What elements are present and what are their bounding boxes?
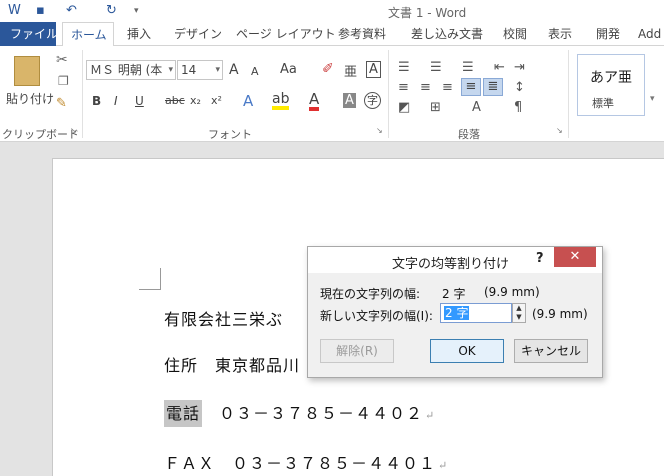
justify-icon[interactable]: ≡ [461, 78, 481, 96]
cancel-button[interactable]: キャンセル [514, 339, 588, 363]
distributed-icon[interactable]: ≣ [483, 78, 503, 96]
font-color-icon[interactable]: A [309, 92, 320, 111]
distribute-text-dialog: 文字の均等割り付け ? ✕ 現在の文字列の幅: 2 字 (9.9 mm) 新しい… [307, 246, 603, 378]
change-case-button[interactable]: Aa [280, 62, 297, 77]
separator [82, 50, 83, 138]
new-width-input[interactable]: 2 字 [440, 303, 512, 323]
close-icon[interactable]: ✕ [554, 247, 596, 267]
tab-view[interactable]: 表示 [548, 22, 572, 46]
separator [388, 50, 389, 138]
remove-button[interactable]: 解除(R) [320, 339, 394, 363]
decrease-indent-icon[interactable]: ⇤ [494, 60, 505, 75]
clear-format-icon[interactable]: ✐ [322, 61, 334, 77]
strikethrough-button[interactable]: abc [165, 94, 185, 107]
tab-file[interactable]: ファイル [0, 22, 58, 46]
enclose-char-button[interactable]: A [366, 61, 381, 78]
copy-icon[interactable]: ❐ [58, 74, 69, 88]
new-width-mm: (9.9 mm) [532, 307, 588, 321]
font-launcher-icon[interactable]: ↘ [376, 126, 383, 135]
window-title: 文書 1 - Word [388, 6, 467, 20]
shading-icon[interactable]: ◩ [398, 100, 410, 115]
style-normal[interactable]: あア亜 標準 [577, 54, 645, 116]
underline-button[interactable]: U [135, 94, 144, 108]
shrink-font-button[interactable]: A [251, 65, 259, 78]
align-right-icon[interactable]: ≡ [442, 80, 453, 95]
redo-icon[interactable]: ↻ [106, 3, 117, 18]
show-marks-icon[interactable]: ¶ [514, 100, 522, 115]
clipboard-launcher-icon[interactable]: ↘ [70, 126, 77, 135]
highlight-icon[interactable]: ab [272, 92, 290, 110]
dialog-title-bar: 文字の均等割り付け ? ✕ [308, 247, 602, 273]
paste-button[interactable]: 貼り付け [6, 90, 54, 107]
tab-home[interactable]: ホーム [62, 22, 114, 47]
italic-button[interactable]: I [114, 94, 118, 108]
grow-font-button[interactable]: A [229, 62, 239, 78]
current-width-value: 2 字 [442, 287, 466, 301]
doc-line-fax[interactable]: ＦＡＸ ０３－３７８５－４４０１ ↵ [164, 450, 448, 474]
doc-line-phone[interactable]: 電話 ０３－３７８５－４４０２ ↵ [164, 400, 436, 427]
tab-page-layout[interactable]: ページ レイアウト [236, 22, 336, 46]
bullets-icon[interactable]: ☰ [398, 60, 410, 75]
save-icon[interactable]: ▪ [36, 3, 45, 18]
clipboard-group-label: クリップボード [2, 128, 79, 141]
superscript-button[interactable]: x² [211, 94, 222, 107]
font-group-label: フォント [208, 128, 252, 141]
dialog-title: 文字の均等割り付け [392, 257, 510, 272]
styles-more-icon[interactable]: ▾ [650, 94, 655, 104]
tab-mailings[interactable]: 差し込み文書 [411, 22, 483, 46]
tab-insert[interactable]: 挿入 [127, 22, 151, 46]
ribbon: 貼り付け ✂ ❐ ✎ クリップボード ↘ ＭＳ 明朝 (本 ▾ 14 ▾ A A A… [0, 46, 664, 142]
style-sample: あア亜 [590, 70, 632, 86]
separator [568, 50, 569, 138]
customize-qat-icon[interactable]: ▾ [134, 6, 139, 16]
format-painter-icon[interactable]: ✎ [56, 96, 67, 111]
ok-button[interactable]: OK [430, 339, 504, 363]
help-icon[interactable]: ? [536, 251, 544, 266]
numbering-icon[interactable]: ☰ [430, 60, 442, 75]
style-name: 標準 [592, 97, 614, 110]
enclosed-char-button[interactable]: 字 [364, 92, 381, 109]
tab-design[interactable]: デザイン [174, 22, 222, 46]
font-size-combo[interactable]: 14 ▾ [177, 60, 223, 80]
tab-developer[interactable]: 開発 [596, 22, 620, 46]
current-width-mm: (9.9 mm) [484, 285, 540, 299]
ruby-button[interactable]: 亜 [344, 61, 357, 80]
text-effects-icon[interactable]: A [243, 92, 253, 110]
paste-icon[interactable] [14, 56, 40, 86]
spin-down-icon[interactable]: ▼ [513, 313, 525, 322]
selected-text[interactable]: 電話 [164, 400, 203, 427]
font-name-combo[interactable]: ＭＳ 明朝 (本 ▾ [86, 60, 176, 80]
doc-line-address[interactable]: 住所 東京都品川 [164, 352, 300, 376]
bold-button[interactable]: B [92, 94, 101, 108]
doc-line-company[interactable]: 有限会社三栄ぶ [164, 306, 283, 330]
page-margin-marker [139, 268, 161, 290]
tab-references[interactable]: 参考資料 [338, 22, 386, 46]
align-left-icon[interactable]: ≡ [398, 80, 409, 95]
asian-layout-icon[interactable]: A [472, 100, 481, 115]
tab-addins[interactable]: Add [638, 22, 661, 46]
paragraph-mark: ↵ [438, 459, 449, 472]
increase-indent-icon[interactable]: ⇥ [514, 60, 525, 75]
paragraph-launcher-icon[interactable]: ↘ [556, 126, 563, 135]
width-spinner[interactable]: ▲ ▼ [512, 303, 526, 323]
current-width-label: 現在の文字列の幅: [320, 287, 421, 301]
new-width-label: 新しい文字列の幅(I): [320, 309, 433, 323]
line-spacing-icon[interactable]: ↕ [514, 80, 525, 95]
align-center-icon[interactable]: ≡ [420, 80, 431, 95]
undo-icon[interactable]: ↶ [66, 3, 77, 18]
spin-up-icon[interactable]: ▲ [513, 304, 525, 313]
cut-icon[interactable]: ✂ [56, 52, 68, 68]
word-app-icon: W [8, 3, 21, 18]
ribbon-tabs: ファイル ホーム 挿入 デザイン ページ レイアウト 参考資料 差し込み文書 校… [0, 22, 664, 47]
borders-icon[interactable]: ⊞ [430, 100, 441, 115]
paragraph-group-label: 段落 [458, 128, 480, 141]
multilevel-list-icon[interactable]: ☰ [462, 60, 474, 75]
char-shading-button[interactable]: A [343, 93, 356, 108]
subscript-button[interactable]: x₂ [190, 94, 201, 107]
paragraph-mark: ↵ [425, 409, 436, 422]
tab-review[interactable]: 校閲 [503, 22, 527, 46]
title-bar: W ▪ ↶ ↻ ▾ 文書 1 - Word [0, 0, 664, 22]
